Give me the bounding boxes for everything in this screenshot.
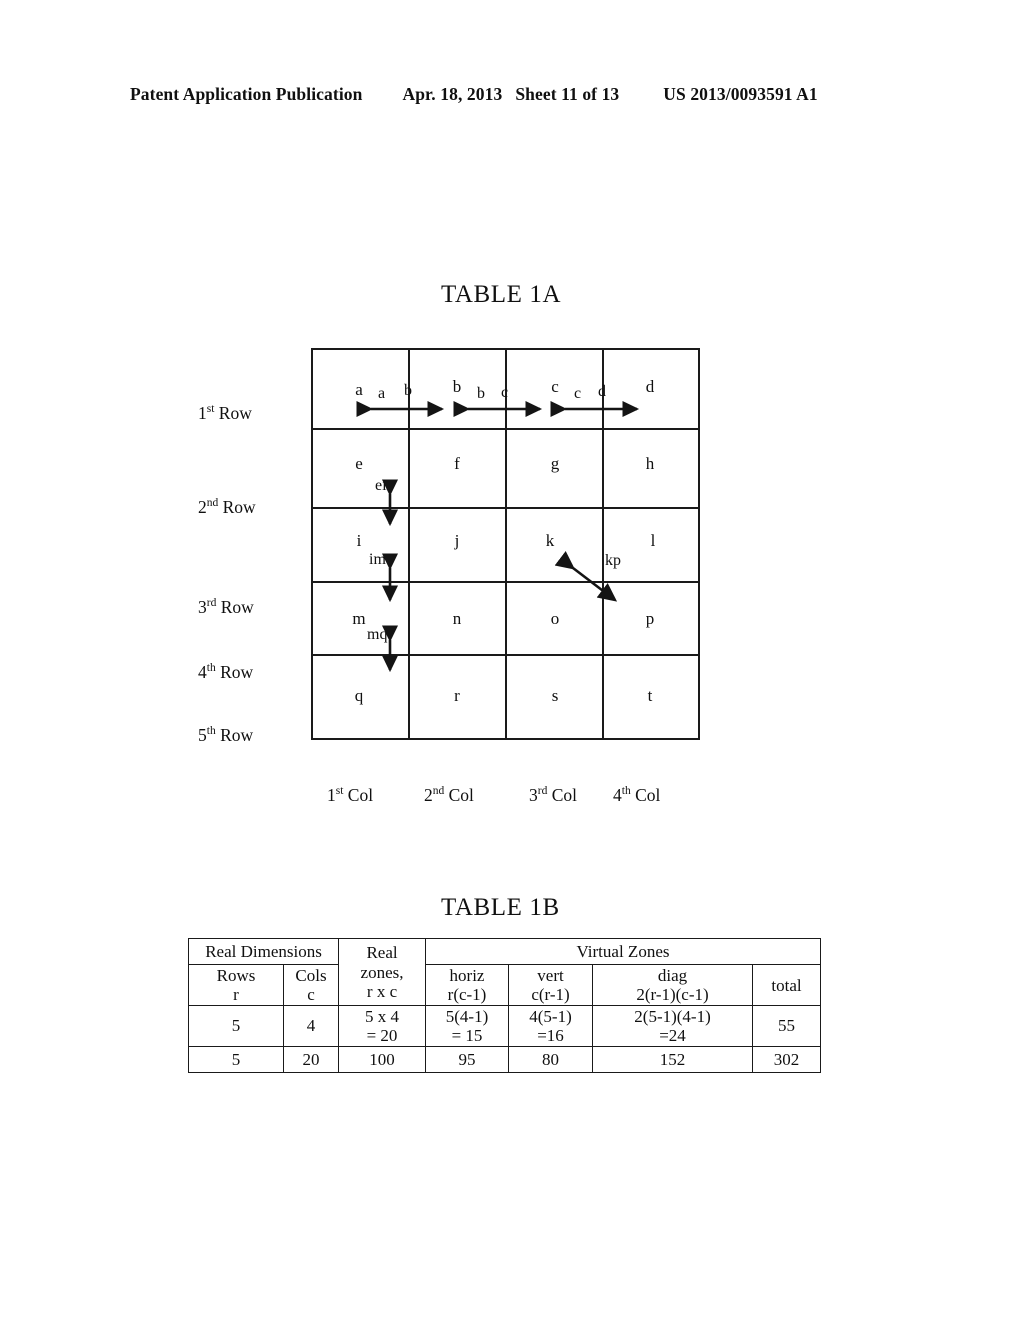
zone-arrow-label-im: im: [369, 551, 386, 568]
grid-cell-a: a: [355, 380, 363, 399]
zone-arrow-label-b2: b: [477, 385, 485, 402]
grid-cell-o: o: [550, 609, 560, 628]
table-1a-title: TABLE 1A: [441, 281, 562, 308]
grid-cell-j: j: [454, 531, 460, 550]
table-1b: Real Dimensions Real zones, r x c Virtua…: [187, 937, 822, 1074]
table-1a-grid: a b c d e f g h i j k l m n o p q r s t: [311, 348, 700, 740]
cell-real-zones: 100: [338, 1046, 427, 1074]
col-label-3: 3rd Col: [529, 785, 578, 805]
zone-arrow-label-mq: mq: [367, 626, 388, 643]
zone-arrow-label-c2: c: [574, 385, 582, 402]
grid-row-divider-2: [313, 507, 698, 509]
cell-horiz: 5(4-1) = 15: [425, 1005, 510, 1048]
cell-total: 302: [752, 1046, 822, 1074]
grid-cell-k: k: [545, 531, 555, 550]
grid-cell-l: l: [650, 531, 656, 550]
table-1b-column-header-row: Rows r Cols c horiz r(c-1) vert c(r-1) d…: [188, 963, 822, 1007]
cell-diag: 2(5-1)(4-1) =24: [592, 1005, 754, 1048]
table-row: 5 20 100 95 80 152 302: [188, 1046, 822, 1074]
grid-row-divider-1: [313, 428, 698, 430]
col-label-4: 4th Col: [613, 785, 661, 805]
grid-cell-f: f: [454, 454, 460, 473]
grid-cell-e: e: [355, 454, 363, 473]
col-label-1: 1st Col: [327, 785, 374, 805]
grid-column-divider-1: [408, 350, 410, 738]
header-date: Apr. 18, 2013: [402, 84, 503, 104]
row-label-2: 2nd Row: [198, 497, 256, 517]
cell-rows: 5: [188, 1046, 284, 1074]
header-diag: diag 2(r-1)(c-1): [592, 963, 754, 1007]
col-label-2: 2nd Col: [424, 785, 474, 805]
grid-row-divider-4: [313, 654, 698, 656]
header-vert: vert c(r-1): [508, 963, 594, 1007]
zone-arrow-label-b: b: [404, 382, 412, 399]
header-publication: Patent Application Publication: [130, 84, 363, 104]
header-sheet-number: Sheet 11 of 13: [515, 84, 620, 104]
header-real-dimensions: Real Dimensions: [187, 938, 340, 965]
table-row: 5 4 5 x 4 = 20 5(4-1) = 15 4(5-1) =16 2(…: [188, 1005, 822, 1048]
cell-real-zones: 5 x 4 = 20: [338, 1005, 427, 1048]
grid-row-divider-3: [313, 581, 698, 583]
row-label-3: 3rd Row: [198, 597, 254, 617]
header-horiz: horiz r(c-1): [425, 963, 510, 1007]
header-total: total: [752, 963, 822, 1007]
zone-arrow-label-ei: ei: [375, 477, 387, 494]
grid-cell-r: r: [454, 686, 460, 705]
cell-total: 55: [752, 1005, 822, 1048]
grid-cell-t: t: [647, 686, 653, 705]
grid-cell-g: g: [550, 454, 560, 473]
grid-cell-q: q: [354, 686, 364, 705]
grid-cell-m: m: [352, 609, 366, 628]
page-header: Patent Application Publication Apr. 18, …: [130, 84, 894, 105]
cell-rows: 5: [188, 1005, 284, 1048]
grid-cell-b: b: [452, 377, 462, 396]
cell-horiz: 95: [425, 1046, 510, 1074]
cell-vert: 4(5-1) =16: [508, 1005, 594, 1048]
zone-arrow-label-a: a: [378, 385, 386, 402]
cell-vert: 80: [508, 1046, 594, 1074]
cell-cols: 20: [282, 1046, 340, 1074]
row-label-4: 4th Row: [198, 662, 254, 682]
cell-diag: 152: [592, 1046, 754, 1074]
grid-cell-s: s: [551, 686, 559, 705]
zone-arrow-label-d: d: [598, 383, 606, 400]
grid-cell-h: h: [645, 454, 655, 473]
grid-cell-d: d: [645, 377, 655, 396]
header-real-zones: Real zones, r x c: [338, 937, 427, 1007]
table-1b-title: TABLE 1B: [441, 894, 560, 921]
zone-arrow-label-c: c: [501, 384, 509, 401]
grid-cell-n: n: [452, 609, 462, 628]
grid-cell-p: p: [645, 609, 655, 628]
header-patent-number: US 2013/0093591 A1: [663, 84, 818, 104]
grid-cell-c: c: [551, 377, 559, 396]
header-cols: Cols c: [282, 963, 340, 1007]
grid-cell-i: i: [356, 531, 362, 550]
grid-column-divider-2: [505, 350, 507, 738]
grid-column-divider-3: [602, 350, 604, 738]
header-rows: Rows r: [188, 963, 284, 1007]
zone-arrow-label-kp: kp: [605, 552, 621, 569]
row-label-5: 5th Row: [198, 725, 254, 745]
header-virtual-zones: Virtual Zones: [425, 938, 822, 965]
row-label-1: 1st Row: [198, 403, 252, 423]
table-1b-group-header-row: Real Dimensions Real zones, r x c Virtua…: [187, 937, 822, 1007]
cell-cols: 4: [282, 1005, 340, 1048]
